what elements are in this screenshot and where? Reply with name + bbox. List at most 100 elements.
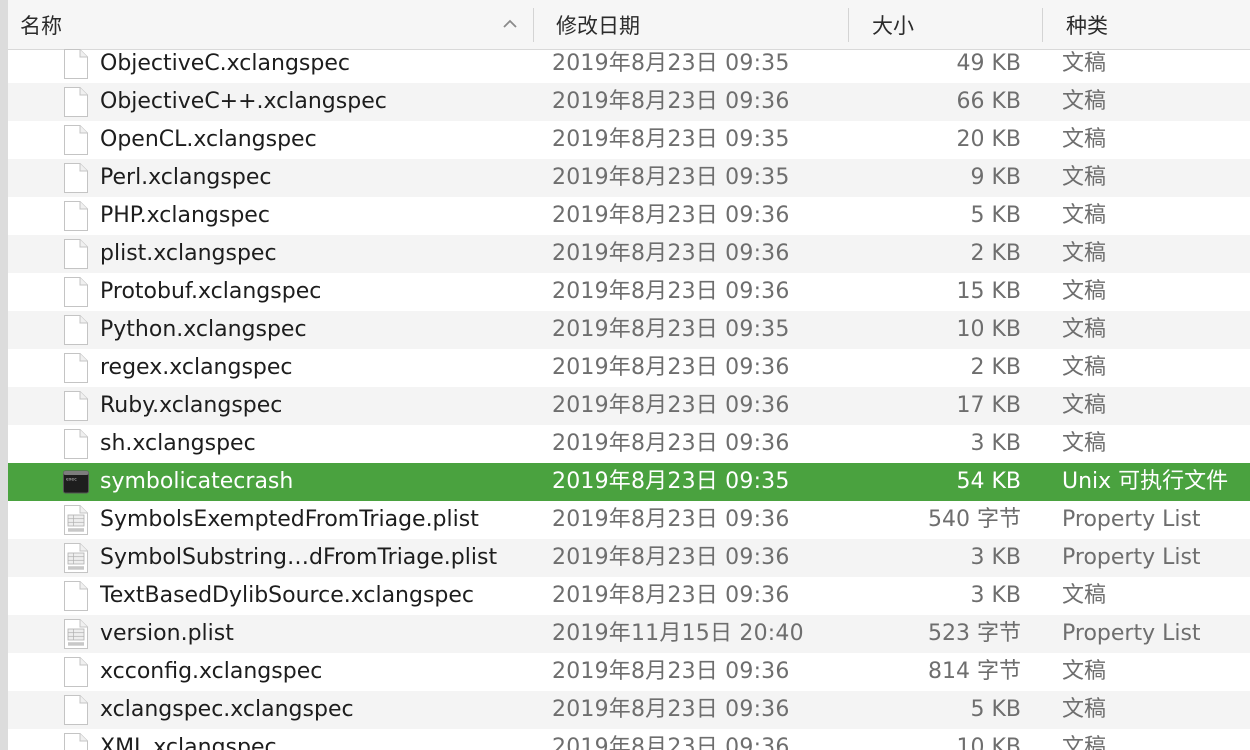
file-size: 9 KB [970,165,1021,190]
file-row[interactable]: ObjectiveC.xclangspec 2019年8月23日 09:35 49 … [8,45,1250,83]
file-row[interactable]: SymbolsExemptedFromTriage.plist 2019年8月23… [8,501,1250,539]
file-kind: Property List [1062,621,1201,646]
file-size: 49 KB [956,51,1021,76]
file-size: 10 KB [956,735,1021,750]
file-row[interactable]: Python.xclangspec 2019年8月23日 09:35 10 KB 文稿 [8,311,1250,349]
file-modified-date: 2019年8月23日 09:36 [552,735,790,750]
file-modified-date: 2019年8月23日 09:36 [552,583,790,608]
file-row[interactable]: OpenCL.xclangspec 2019年8月23日 09:35 20 KB 文稿 [8,121,1250,159]
file-kind: 文稿 [1062,393,1107,418]
column-divider[interactable] [1042,8,1043,42]
file-modified-date: 2019年8月23日 09:36 [552,203,790,228]
file-kind: 文稿 [1062,51,1107,76]
file-modified-date: 2019年8月23日 09:36 [552,545,790,570]
column-header-date-label: 修改日期 [556,14,640,38]
file-name: OpenCL.xclangspec [100,127,317,152]
column-header-kind-label: 种类 [1066,14,1108,38]
file-name: Protobuf.xclangspec [100,279,322,304]
file-modified-date: 2019年11月15日 20:40 [552,621,804,646]
file-kind: Unix 可执行文件 [1062,469,1229,494]
file-name: ObjectiveC++.xclangspec [100,89,387,114]
column-header-kind[interactable]: 种类 [1066,0,1246,49]
sort-ascending-icon[interactable] [502,16,518,32]
file-row[interactable]: xclangspec.xclangspec 2019年8月23日 09:36 5 K… [8,691,1250,729]
file-row[interactable]: ObjectiveC++.xclangspec 2019年8月23日 09:36 6… [8,83,1250,121]
column-divider[interactable] [533,8,534,42]
column-header-bar: 名称 修改日期 大小 种类 [8,0,1250,50]
file-row[interactable]: Ruby.xclangspec 2019年8月23日 09:36 17 KB 文稿 [8,387,1250,425]
file-modified-date: 2019年8月23日 09:35 [552,165,790,190]
file-size: 17 KB [956,393,1021,418]
file-row[interactable]: version.plist 2019年11月15日 20:40 523 字节 Prop… [8,615,1250,653]
file-row[interactable]: PHP.xclangspec 2019年8月23日 09:36 5 KB 文稿 [8,197,1250,235]
file-kind: 文稿 [1062,203,1107,228]
file-size: 54 KB [956,469,1021,494]
file-name: Ruby.xclangspec [100,393,283,418]
file-row[interactable]: regex.xclangspec 2019年8月23日 09:36 2 KB 文稿 [8,349,1250,387]
file-row[interactable]: Protobuf.xclangspec 2019年8月23日 09:36 15 KB… [8,273,1250,311]
file-size: 15 KB [956,279,1021,304]
file-name: TextBasedDylibSource.xclangspec [100,583,475,608]
file-row[interactable]: xcconfig.xclangspec 2019年8月23日 09:36 814 字… [8,653,1250,691]
file-modified-date: 2019年8月23日 09:36 [552,659,790,684]
file-modified-date: 2019年8月23日 09:36 [552,393,790,418]
file-size: 814 字节 [928,659,1021,684]
file-modified-date: 2019年8月23日 09:35 [552,469,790,494]
column-header-name[interactable]: 名称 [20,0,530,49]
file-modified-date: 2019年8月23日 09:35 [552,317,790,342]
file-modified-date: 2019年8月23日 09:36 [552,355,790,380]
file-name: PHP.xclangspec [100,203,270,228]
file-name: Perl.xclangspec [100,165,272,190]
column-divider[interactable] [848,8,849,42]
file-size: 2 KB [970,241,1021,266]
file-row[interactable]: SymbolSubstring…dFromTriage.plist 2019年8月… [8,539,1250,577]
file-size: 3 KB [970,431,1021,456]
file-kind: Property List [1062,507,1201,532]
file-modified-date: 2019年8月23日 09:36 [552,507,790,532]
file-row[interactable]: Perl.xclangspec 2019年8月23日 09:35 9 KB 文稿 [8,159,1250,197]
file-modified-date: 2019年8月23日 09:36 [552,431,790,456]
file-row[interactable]: sh.xclangspec 2019年8月23日 09:36 3 KB 文稿 [8,425,1250,463]
column-header-size-label: 大小 [872,14,914,38]
file-size: 523 字节 [928,621,1021,646]
plist-icon [63,542,89,574]
file-modified-date: 2019年8月23日 09:36 [552,697,790,722]
file-kind: Property List [1062,545,1201,570]
document-icon [63,200,89,232]
column-header-name-label: 名称 [20,14,62,38]
file-size: 10 KB [956,317,1021,342]
document-icon [63,162,89,194]
file-kind: 文稿 [1062,89,1107,114]
file-size: 2 KB [970,355,1021,380]
file-size: 5 KB [970,697,1021,722]
file-kind: 文稿 [1062,659,1107,684]
file-name: version.plist [100,621,234,646]
file-modified-date: 2019年8月23日 09:36 [552,241,790,266]
sidebar-edge [0,0,8,750]
file-kind: 文稿 [1062,735,1107,750]
document-icon [63,390,89,422]
document-icon [63,86,89,118]
file-size: 540 字节 [928,507,1021,532]
column-header-date[interactable]: 修改日期 [556,0,846,49]
file-row[interactable]: exec symbolicatecrash 2019年8月23日 09:35 54 K… [8,463,1250,501]
file-list: ObjectiveC.xclangspec 2019年8月23日 09:35 49 … [8,45,1250,750]
file-row[interactable]: XML.xclangspec 2019年8月23日 09:36 10 KB 文稿 [8,729,1250,750]
file-kind: 文稿 [1062,697,1107,722]
file-kind: 文稿 [1062,165,1107,190]
file-row[interactable]: plist.xclangspec 2019年8月23日 09:36 2 KB 文稿 [8,235,1250,273]
file-row[interactable]: TextBasedDylibSource.xclangspec 2019年8月23… [8,577,1250,615]
file-modified-date: 2019年8月23日 09:36 [552,89,790,114]
file-size: 3 KB [970,583,1021,608]
column-header-size[interactable]: 大小 [872,0,1042,49]
document-icon [63,238,89,270]
file-size: 3 KB [970,545,1021,570]
document-icon [63,48,89,80]
file-kind: 文稿 [1062,127,1107,152]
file-kind: 文稿 [1062,317,1107,342]
file-kind: 文稿 [1062,583,1107,608]
file-name: xcconfig.xclangspec [100,659,323,684]
document-icon [63,276,89,308]
document-icon [63,580,89,612]
file-name: SymbolsExemptedFromTriage.plist [100,507,479,532]
